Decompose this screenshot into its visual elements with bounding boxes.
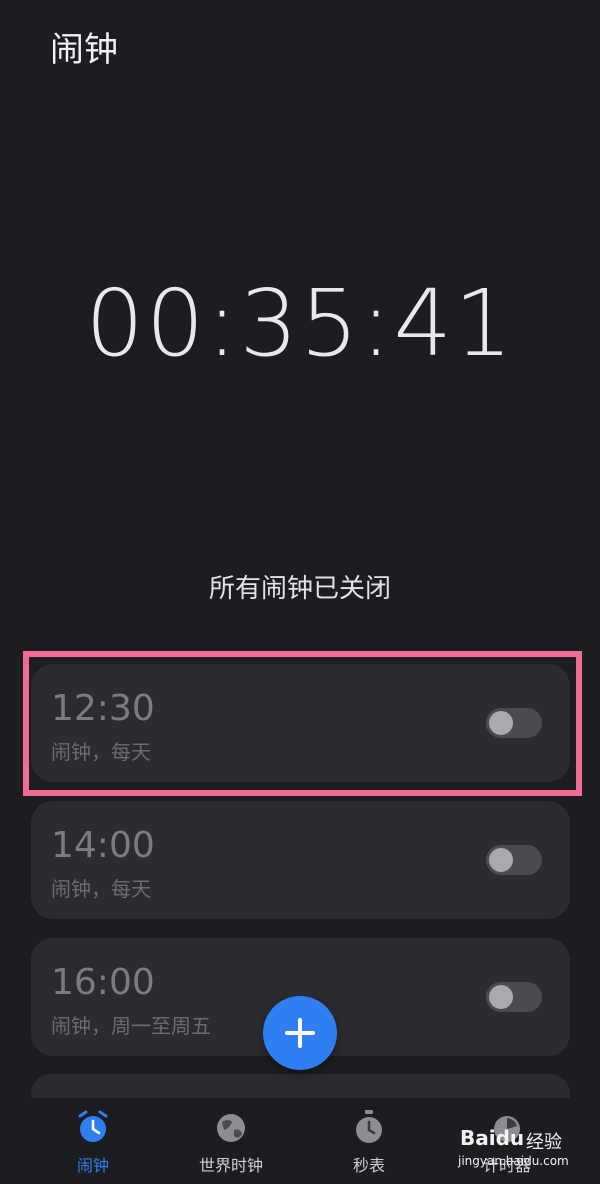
alarm-time: 14:00 bbox=[51, 825, 155, 866]
alarm-toggle[interactable] bbox=[486, 982, 542, 1012]
baidu-watermark: Baidu 经验 jingyan.baidu.com bbox=[456, 1124, 586, 1176]
tab-stopwatch[interactable]: 秒表 bbox=[304, 1108, 434, 1176]
alarm-time: 16:00 bbox=[51, 962, 155, 1003]
toggle-knob bbox=[489, 848, 513, 872]
tab-world-clock[interactable]: 世界时钟 bbox=[166, 1108, 296, 1176]
stopwatch-icon bbox=[356, 1110, 382, 1143]
add-alarm-button[interactable] bbox=[263, 996, 337, 1070]
page-title: 闹钟 bbox=[50, 30, 118, 70]
alarm-repeat-text: 闹钟，周一至周五 bbox=[51, 1014, 211, 1038]
alarm-repeat-text: 闹钟，每天 bbox=[51, 877, 151, 901]
alarm-toggle[interactable] bbox=[486, 845, 542, 875]
globe-icon bbox=[217, 1114, 245, 1142]
tab-alarm[interactable]: 闹钟 bbox=[28, 1108, 158, 1176]
alarm-clock-icon bbox=[78, 1110, 108, 1142]
tab-label: 世界时钟 bbox=[198, 1156, 263, 1175]
current-time-display: 00:35:41 bbox=[85, 270, 515, 377]
alarm-card-1400[interactable]: 14:00 闹钟，每天 bbox=[31, 801, 570, 919]
tab-label: 秒表 bbox=[352, 1156, 385, 1175]
watermark-url: jingyan.baidu.com bbox=[458, 1154, 569, 1168]
highlight-box bbox=[23, 651, 582, 796]
alarm-screen: 闹钟 00:35:41 所有闹钟已关闭 12:30 闹钟，每天 14:00 闹钟… bbox=[0, 0, 600, 1184]
watermark-suffix: 经验 bbox=[526, 1132, 562, 1153]
toggle-knob bbox=[489, 985, 513, 1009]
watermark-brand: Baidu bbox=[460, 1126, 525, 1150]
tab-label: 闹钟 bbox=[76, 1156, 109, 1175]
alarm-status-text: 所有闹钟已关闭 bbox=[208, 574, 391, 604]
